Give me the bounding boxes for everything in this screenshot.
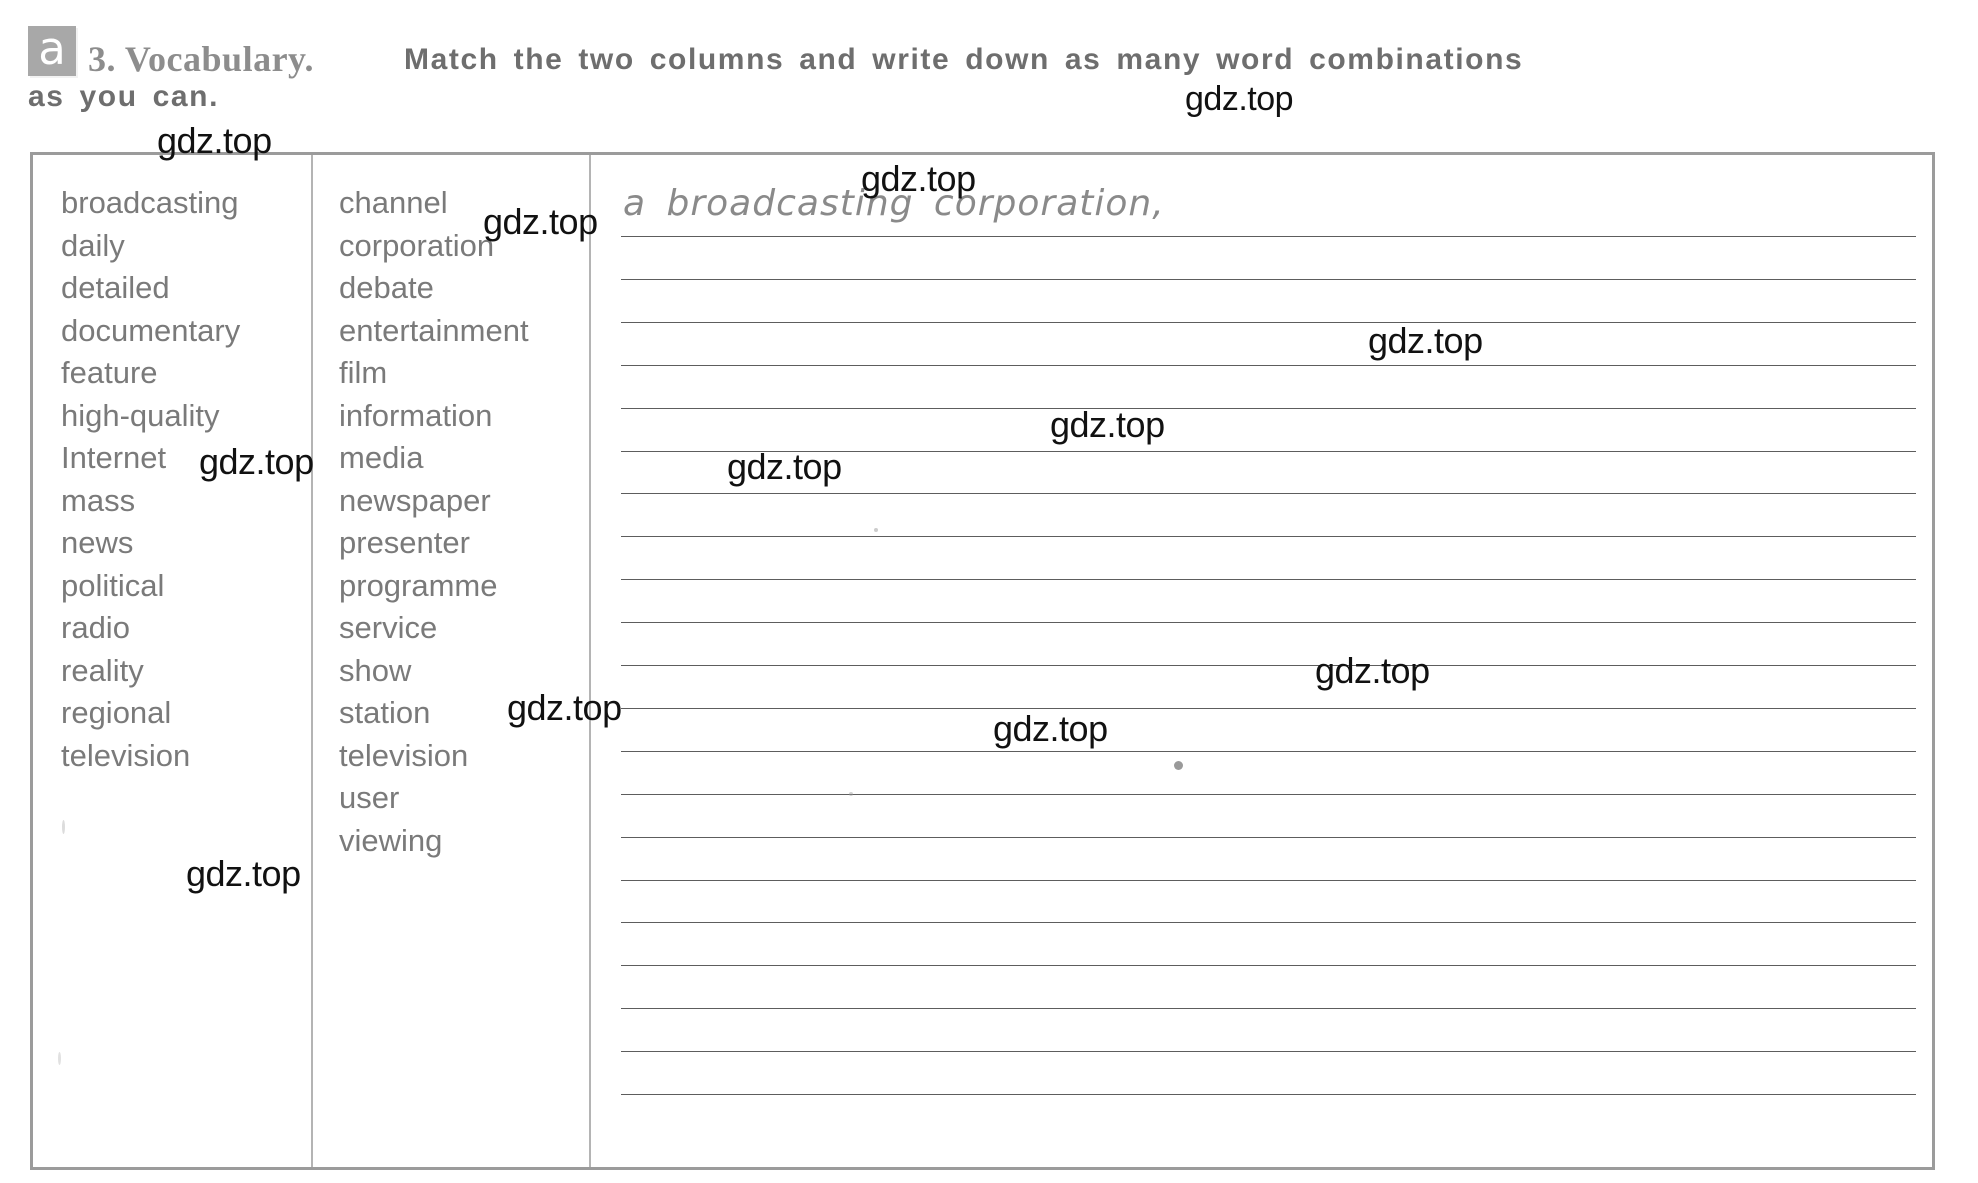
- answer-line[interactable]: [621, 1094, 1916, 1095]
- task-letter-a-icon: a: [28, 26, 76, 76]
- word-left-item[interactable]: mass: [61, 480, 301, 523]
- word-right-item[interactable]: programme: [339, 565, 589, 608]
- instruction-line-1: Match the two columns and write down as …: [404, 43, 1524, 76]
- scan-speck: [849, 792, 853, 796]
- column-divider-1: [311, 155, 313, 1167]
- gdz-watermark: gdz.top: [483, 201, 598, 242]
- word-right-item[interactable]: presenter: [339, 522, 589, 565]
- word-right-item[interactable]: show: [339, 650, 589, 693]
- answer-line[interactable]: [621, 879, 1916, 881]
- exercise-header: a 3. Vocabulary. Match the two columns a…: [0, 0, 1978, 150]
- word-right-item[interactable]: newspaper: [339, 480, 589, 523]
- gdz-watermark: gdz.top: [507, 687, 622, 728]
- answer-line[interactable]: [621, 665, 1916, 666]
- word-left-item[interactable]: documentary: [61, 310, 301, 353]
- word-right-item[interactable]: entertainment: [339, 310, 589, 353]
- word-left-item[interactable]: television: [61, 735, 301, 778]
- answer-line[interactable]: [621, 793, 1916, 795]
- gdz-watermark: gdz.top: [727, 446, 842, 487]
- word-left-item[interactable]: broadcasting: [61, 182, 301, 225]
- word-right-item[interactable]: information: [339, 395, 589, 438]
- gdz-watermark: gdz.top: [1368, 320, 1483, 361]
- gdz-watermark: gdz.top: [993, 708, 1108, 749]
- gdz-watermark: gdz.top: [861, 158, 976, 199]
- gdz-watermark: gdz.top: [186, 853, 301, 894]
- gdz-watermark: gdz.top: [1185, 80, 1294, 118]
- word-right-item[interactable]: viewing: [339, 820, 589, 863]
- word-left-item[interactable]: news: [61, 522, 301, 565]
- word-right-item[interactable]: film: [339, 352, 589, 395]
- answer-writing-area[interactable]: a broadcasting corporation,: [591, 155, 1932, 1167]
- answer-line[interactable]: [621, 836, 1916, 838]
- word-right-item[interactable]: television: [339, 735, 589, 778]
- word-left-item[interactable]: reality: [61, 650, 301, 693]
- scan-speck: [62, 820, 65, 834]
- answer-line[interactable]: [621, 922, 1916, 924]
- answer-line[interactable]: [621, 1008, 1916, 1010]
- answer-line[interactable]: [621, 579, 1916, 581]
- exercise-table: broadcasting daily detailed documentary feat…: [30, 152, 1935, 1170]
- word-left-item[interactable]: political: [61, 565, 301, 608]
- worksheet-page: a 3. Vocabulary. Match the two columns a…: [0, 0, 1978, 1183]
- scan-speck: [1174, 761, 1183, 770]
- word-right-item[interactable]: media: [339, 437, 589, 480]
- scan-speck: [58, 1052, 61, 1065]
- answer-line[interactable]: [621, 622, 1916, 624]
- scan-speck: [874, 528, 878, 532]
- word-left-item[interactable]: daily: [61, 225, 301, 268]
- word-left-item[interactable]: feature: [61, 352, 301, 395]
- answer-line[interactable]: [621, 493, 1916, 495]
- answer-line[interactable]: [621, 536, 1916, 538]
- word-right-item[interactable]: debate: [339, 267, 589, 310]
- gdz-watermark: gdz.top: [157, 120, 272, 161]
- word-right-item[interactable]: user: [339, 777, 589, 820]
- word-column-right[interactable]: channel corporation debate entertainment fil…: [339, 182, 589, 862]
- word-left-item[interactable]: regional: [61, 692, 301, 735]
- gdz-watermark: gdz.top: [1050, 404, 1165, 445]
- answer-line[interactable]: [621, 707, 1916, 709]
- instruction-line-2: as you can.: [28, 80, 220, 113]
- answer-line[interactable]: [621, 407, 1916, 409]
- answer-line[interactable]: [621, 236, 1916, 237]
- word-left-item[interactable]: detailed: [61, 267, 301, 310]
- answer-line[interactable]: [621, 278, 1916, 280]
- word-right-item[interactable]: service: [339, 607, 589, 650]
- answer-line[interactable]: [621, 965, 1916, 967]
- answer-line[interactable]: [621, 1051, 1916, 1053]
- answer-line[interactable]: [621, 321, 1916, 323]
- word-left-item[interactable]: radio: [61, 607, 301, 650]
- task-number-title: 3. Vocabulary.: [88, 39, 315, 79]
- answer-line[interactable]: [621, 750, 1916, 752]
- answer-line[interactable]: [621, 364, 1916, 366]
- gdz-watermark: gdz.top: [199, 441, 314, 482]
- gdz-watermark: gdz.top: [1315, 650, 1430, 691]
- word-left-item[interactable]: high-quality: [61, 395, 301, 438]
